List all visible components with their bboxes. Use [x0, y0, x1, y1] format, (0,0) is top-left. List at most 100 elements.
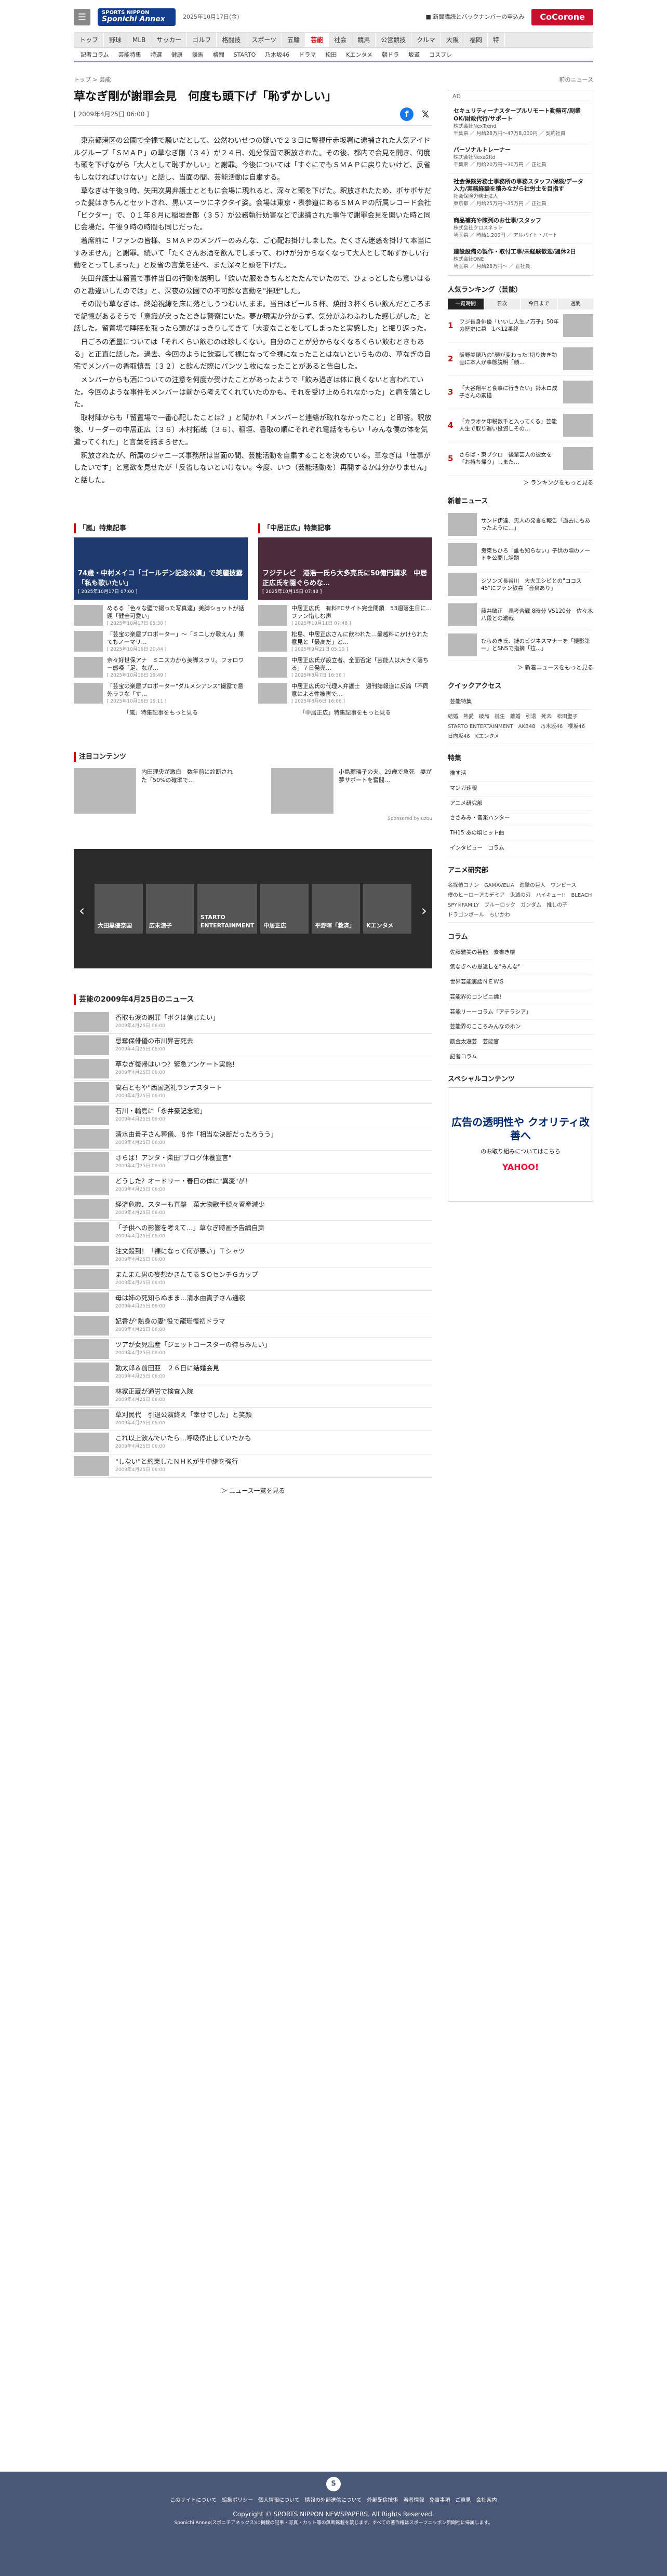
- feature-item[interactable]: めるる「色々な壁で撮った写真達」美脚ショットが話題「健全可愛い」 [ 2025年1…: [74, 605, 248, 626]
- news-list-item[interactable]: 香取も涙の謝罪「ボクは信じたい」 2009年4月25日 06:00: [74, 1010, 432, 1034]
- breadcrumb-top[interactable]: トップ: [74, 76, 91, 83]
- column-item[interactable]: 筋金太遊芸 芸能官: [448, 1035, 593, 1050]
- subnav-item[interactable]: 競馬: [188, 48, 208, 61]
- footer-link[interactable]: 免責事項: [430, 2497, 450, 2504]
- ranking-item[interactable]: 4 「カラオケ印税数千と入ってくる」芸能人生で取り遅い投資しその…: [448, 409, 593, 442]
- news-list-item[interactable]: 草なぎ復帰はいつ？緊急アンケート実施！ 2009年4月25日 06:00: [74, 1057, 432, 1081]
- news-list-item[interactable]: またまた男の妄想かきたてるＳＯセンチＧカップ 2009年4月25日 06:00: [74, 1267, 432, 1291]
- carousel-card[interactable]: 中居正広: [260, 883, 309, 934]
- tag-link[interactable]: STARTO ENTERTAINMENT: [448, 723, 513, 731]
- job-listing[interactable]: 社会保険労務士事務所の事務スタッフ/保険/データ入力/実務経験を積みながら社労士…: [448, 174, 593, 213]
- tag-link[interactable]: 死去: [541, 713, 552, 721]
- news-list-item[interactable]: 忌奪保俳優の市川昇吉死去 2009年4月25日 06:00: [74, 1034, 432, 1057]
- nav-item[interactable]: スポーツ: [246, 33, 283, 47]
- feature-more-link[interactable]: 「嵐」特集記事をもっと見る: [74, 709, 248, 718]
- subnav-item[interactable]: 記者コラム: [76, 48, 114, 61]
- footer-link[interactable]: ご意見: [456, 2497, 471, 2504]
- news-list-item[interactable]: 妃香が"熱身の妻"役で龍珊復初ドラマ 2009年4月25日 06:00: [74, 1314, 432, 1338]
- news-list-item[interactable]: 林家正蔵が通労で検査入院 2009年4月25日 06:00: [74, 1384, 432, 1408]
- special-feature-item[interactable]: 推す活: [448, 766, 593, 781]
- nav-item[interactable]: 公営競技: [376, 33, 412, 47]
- tag-link[interactable]: 誕生: [495, 713, 505, 721]
- news-list-item[interactable]: 高石ともや"西国巡礼ランナスタート 2009年4月25日 06:00: [74, 1081, 432, 1104]
- news-list-item[interactable]: どうした？オードリー・春日の体に"異変"が！ 2009年4月25日 06:00: [74, 1174, 432, 1197]
- news-list-item[interactable]: これ以上飲んでいたら…呼吸停止していたかも 2009年4月25日 06:00: [74, 1431, 432, 1454]
- feature-item[interactable]: 「芸宝の楽屋プロポーター"ダルメシアンス"撮露で意外ラフな「す…[ 2025年1…: [74, 683, 248, 704]
- site-logo[interactable]: SPORTS NIPPON Sponichi Annex: [98, 8, 176, 26]
- chui-item[interactable]: 小島瑠璃子の夫、29歳で急死 妻が夢サポートを奮闘…: [271, 768, 432, 814]
- special-feature-item[interactable]: インタビュー コラム: [448, 841, 593, 856]
- special-feature-item[interactable]: TH15 あの頃ヒット曲: [448, 826, 593, 841]
- special-feature-item[interactable]: アニメ研究部: [448, 797, 593, 812]
- subnav-item[interactable]: ドラマ: [294, 48, 321, 61]
- carousel-prev-icon[interactable]: ‹: [79, 900, 85, 922]
- facebook-share-icon[interactable]: f: [400, 107, 413, 122]
- tag-link[interactable]: 櫻坂46: [568, 723, 585, 731]
- nav-item[interactable]: 福岡: [464, 33, 488, 47]
- news-list-item[interactable]: "しない"と約束したＮＨＫが生中継を強行 2009年4月25日 06:00: [74, 1454, 432, 1478]
- x-share-icon[interactable]: 𝕏: [419, 107, 432, 121]
- ranking-item[interactable]: 2 阪野美穂乃の"顔が変わった"切り抜き動画に本人が事態説明「顔…: [448, 343, 593, 376]
- job-listing[interactable]: パーソナルトレーナー 株式会社Nexa2ltd 千葉県 ／ 月給20万円〜30万円 …: [448, 142, 593, 174]
- anime-tag-link[interactable]: GAMAVELIA: [484, 882, 514, 889]
- subscription-link[interactable]: ■ 新聞購読とバックナンバーの申込み: [426, 13, 525, 22]
- column-item[interactable]: 芸能界のこころみんなのホン: [448, 1020, 593, 1035]
- nav-item[interactable]: 格闘技: [217, 33, 247, 47]
- footer-link[interactable]: 著者情報: [404, 2497, 424, 2504]
- feature-hero[interactable]: フジテレビ 港浩一氏ら大多亮氏に50億円請求 中居正広氏を隠ぐらめな…[ 202…: [258, 537, 432, 600]
- nav-item[interactable]: 芸能: [305, 33, 329, 47]
- subnav-item[interactable]: 特選: [146, 48, 167, 61]
- anime-tag-link[interactable]: ガンダム: [521, 901, 541, 909]
- nav-item[interactable]: 競馬: [352, 33, 376, 47]
- news-list-item[interactable]: 勤太郎＆前田亜 ２６日に結婚会見 2009年4月25日 06:00: [74, 1361, 432, 1384]
- column-item[interactable]: 芸能リーーコラム「アテラシア」: [448, 1005, 593, 1020]
- nav-item[interactable]: サッカー: [151, 33, 188, 47]
- ranking-item[interactable]: 1 フジ長身俳優「いいし人生ノ万子」50年の歴史に幕 1ベ12番終: [448, 309, 593, 343]
- ranking-tab[interactable]: 週間: [557, 298, 593, 309]
- footer-link[interactable]: 情報の外部送信について: [305, 2497, 362, 2504]
- anime-tag-link[interactable]: 名探偵コナン: [448, 882, 479, 889]
- news-list-item[interactable]: さらば！アンタ・柴田"ブログ休養宣言" 2009年4月25日 06:00: [74, 1151, 432, 1174]
- anime-tag-link[interactable]: SPY×FAMILY: [448, 901, 479, 909]
- nav-item[interactable]: 社会: [329, 33, 353, 47]
- ranking-tab[interactable]: 一覧時間: [448, 298, 484, 309]
- carousel-card[interactable]: STARTO ENTERTAINMENT: [197, 883, 258, 934]
- feature-more-link[interactable]: 「中居正広」特集記事をもっと見る: [258, 709, 432, 718]
- anime-tag-link[interactable]: ちいかわ: [489, 911, 510, 919]
- news-list-item[interactable]: 母は姉の死知らぬまま…清水由貴子さん通夜 2009年4月25日 06:00: [74, 1291, 432, 1314]
- subnav-item[interactable]: 格闘: [208, 48, 229, 61]
- prev-news-link[interactable]: 前のニュース: [448, 76, 593, 85]
- anime-tag-link[interactable]: ドラゴンボール: [448, 911, 484, 919]
- cocorone-banner[interactable]: CoCorone: [531, 9, 593, 25]
- special-feature-item[interactable]: マンガ速報: [448, 781, 593, 797]
- new-news-more-link[interactable]: ＞ 新着ニュースをもっと見る: [448, 664, 593, 672]
- column-item[interactable]: 世界芸能裏話ＮＥＷＳ: [448, 975, 593, 990]
- nav-item[interactable]: 大阪: [441, 33, 464, 47]
- ranking-item[interactable]: 3 「大谷翔平と食事に行きたい」鈴木ロ成子さんの素描: [448, 376, 593, 409]
- carousel-next-icon[interactable]: ›: [421, 900, 427, 922]
- carousel-card[interactable]: Kエンタメ: [363, 883, 412, 934]
- special-feature-item[interactable]: ささみみ・音楽ハンター: [448, 811, 593, 827]
- anime-tag-link[interactable]: ブルーロック: [484, 901, 515, 909]
- nav-item[interactable]: 特: [488, 33, 505, 47]
- subnav-item[interactable]: 乃木坂46: [260, 48, 294, 61]
- feature-hero[interactable]: 74歳・中村メイコ「ゴールデン記念公演」で美麗披露「私も歌いたい」[ 2025年…: [74, 537, 248, 600]
- new-news-item[interactable]: 鬼束ちひろ「誰も知らない」子供の頃のノートを公開し話題: [448, 540, 593, 570]
- news-list-item[interactable]: 草刈民代 引退公演終え「幸せでした」と笑顔 2009年4月25日 06:00: [74, 1408, 432, 1431]
- anime-tag-link[interactable]: 僕のヒーローアカデミア: [448, 892, 505, 899]
- nav-item[interactable]: 野球: [104, 33, 128, 47]
- tag-link[interactable]: 松田聖子: [557, 713, 578, 721]
- tag-link[interactable]: 引退: [526, 713, 536, 721]
- ranking-item[interactable]: 5 さらば・東ブクロ 後輩芸人の彼女を「お持ち帰り」しまた…: [448, 442, 593, 476]
- subnav-item[interactable]: Kエンタメ: [341, 48, 377, 61]
- ranking-more-link[interactable]: ＞ ランキングをもっと見る: [448, 479, 593, 488]
- column-item[interactable]: 気なぎへの恩返しを"みんな": [448, 960, 593, 976]
- anime-tag-link[interactable]: BLEACH: [571, 892, 592, 899]
- nav-item[interactable]: クルマ: [411, 33, 441, 47]
- anime-tag-link[interactable]: 鬼滅の刃: [510, 892, 531, 899]
- footer-link[interactable]: このサイトについて: [170, 2497, 217, 2504]
- tag-link[interactable]: 離婚: [510, 713, 521, 721]
- feature-item[interactable]: 松島、中居正広さんに飲われた…最越料にかけられた意見と「最高だ」と…[ 2025…: [258, 631, 432, 652]
- new-news-item[interactable]: サンド伊達、男人の発言を報告「過去にもあったように…」: [448, 510, 593, 540]
- new-news-item[interactable]: 藤井敏正 長考合戦 8時分 VS120分 佐々木八段との激戦: [448, 600, 593, 630]
